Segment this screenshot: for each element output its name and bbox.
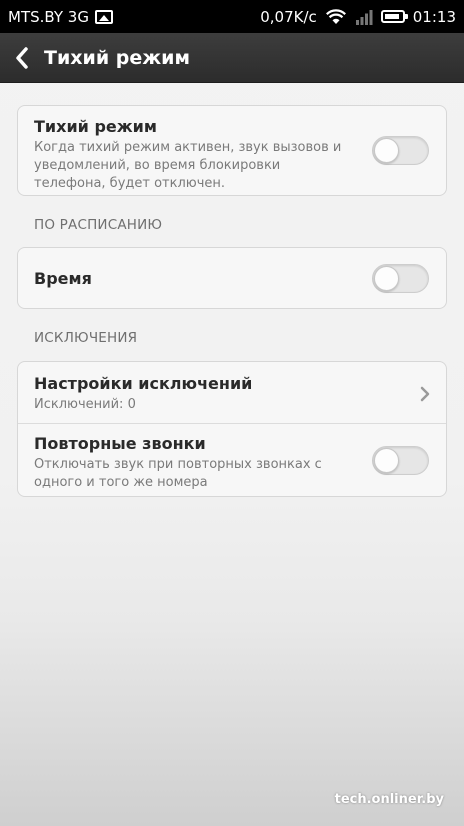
chevron-right-icon [420, 386, 430, 402]
quiet-mode-toggle[interactable] [372, 136, 429, 165]
exceptions-count: Исключений: 0 [34, 397, 136, 412]
toggle-knob [374, 138, 399, 163]
schedule-card[interactable]: Время [17, 247, 447, 309]
quiet-mode-title: Тихий режим [34, 117, 157, 136]
quiet-mode-card[interactable]: Тихий режим Когда тихий режим активен, з… [17, 105, 447, 196]
time-label: Время [34, 269, 92, 288]
toggle-knob [374, 448, 399, 473]
repeat-calls-toggle[interactable] [372, 446, 429, 475]
section-schedule: ПО РАСПИСАНИЮ [34, 217, 163, 233]
section-exceptions: ИСКЛЮЧЕНИЯ [34, 330, 138, 346]
page-title: Тихий режим [44, 46, 191, 69]
quiet-mode-description: Когда тихий режим активен, звук вызовов … [34, 140, 342, 191]
watermark: tech.onliner.by [334, 792, 444, 807]
battery-icon [380, 10, 408, 23]
exceptions-card: Настройки исключений Исключений: 0 Повто… [17, 361, 447, 497]
title-bar: Тихий режим [0, 33, 464, 83]
exceptions-settings-row[interactable]: Настройки исключений Исключений: 0 [18, 362, 446, 423]
back-arrow-icon [16, 46, 28, 69]
image-notification-icon [94, 9, 113, 24]
clock: 01:13 [412, 7, 456, 26]
network-speed: 0,07K/c [260, 7, 317, 26]
status-bar: MTS.BY 3G 0,07K/c 01:13 [0, 0, 464, 33]
back-button[interactable] [0, 33, 44, 83]
toggle-knob [374, 266, 399, 291]
repeat-calls-description: Отключать звук при повторных звонках с о… [34, 457, 322, 490]
carrier-label: MTS.BY 3G [8, 7, 89, 26]
wifi-icon [325, 8, 346, 24]
signal-icon [355, 9, 373, 25]
schedule-toggle[interactable] [372, 264, 429, 293]
repeat-calls-row[interactable]: Повторные звонки Отключать звук при повт… [18, 423, 446, 497]
repeat-calls-title: Повторные звонки [34, 434, 206, 453]
exceptions-settings-title: Настройки исключений [34, 374, 253, 393]
